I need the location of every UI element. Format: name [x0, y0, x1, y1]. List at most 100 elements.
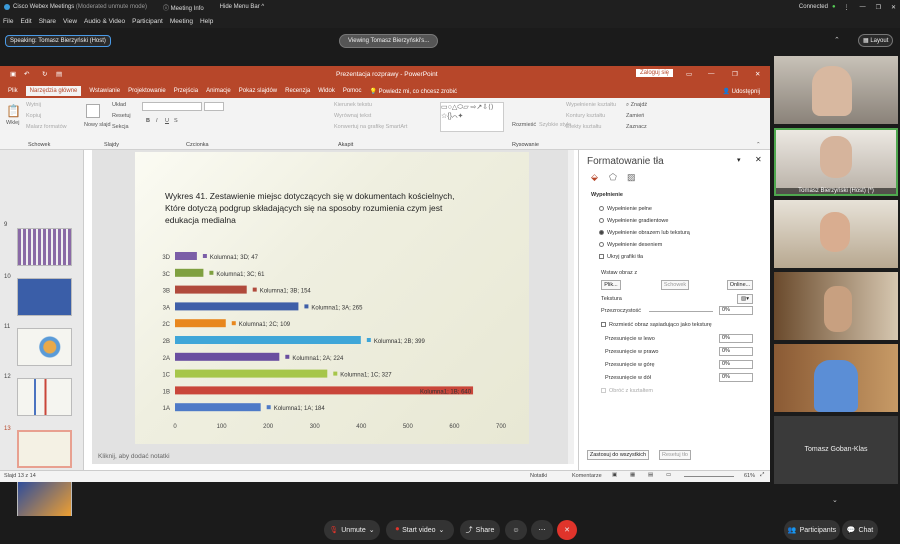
- arrange-button[interactable]: Rozmieść: [512, 122, 536, 128]
- clipboard-button[interactable]: Schowek: [661, 280, 689, 290]
- find-button[interactable]: ⌕ Znajdź: [626, 102, 647, 109]
- underline-icon[interactable]: U: [165, 118, 169, 124]
- comments-toggle[interactable]: Komentarze: [572, 473, 602, 479]
- new-slide-icon[interactable]: [86, 104, 100, 118]
- viewing-indicator[interactable]: Viewing Tomasz Bierzyński's...: [339, 34, 439, 48]
- slide-thumb-10[interactable]: [17, 278, 72, 316]
- font-name-box[interactable]: [142, 102, 202, 111]
- tab-design[interactable]: Projektowanie: [128, 88, 166, 94]
- video-tile-2[interactable]: Tomasz Bierzyński (Host) (*): [774, 128, 898, 196]
- video-tile-1[interactable]: [774, 56, 898, 124]
- notes-toggle[interactable]: Notatki: [530, 473, 547, 479]
- option-solid-fill[interactable]: Wypełnienie pełne: [599, 206, 652, 212]
- offset-top-input[interactable]: 0%: [719, 360, 753, 369]
- layout-button[interactable]: Układ: [112, 102, 126, 108]
- sorter-view-icon[interactable]: ▦: [630, 472, 635, 478]
- menu-meeting[interactable]: Meeting: [170, 18, 193, 25]
- start-video-button[interactable]: ⏺ Start video ⌄: [386, 520, 454, 540]
- unmute-button[interactable]: 🎙 Unmute ⌄: [324, 520, 380, 540]
- transparency-input[interactable]: 0%: [719, 306, 753, 315]
- tab-transitions[interactable]: Przejścia: [174, 88, 198, 94]
- ppt-close-icon[interactable]: ✕: [755, 70, 760, 78]
- new-slide-button[interactable]: Nowy slajd: [84, 122, 111, 128]
- italic-icon[interactable]: I: [156, 118, 158, 124]
- select-button[interactable]: Zaznacz: [626, 124, 647, 130]
- slide-thumb-11[interactable]: [17, 328, 72, 366]
- align-text-button[interactable]: Wyrównaj tekst: [334, 113, 371, 119]
- texture-picker[interactable]: ▨▾: [737, 294, 753, 304]
- option-gradient-fill[interactable]: Wypełnienie gradientowe: [599, 218, 668, 224]
- format-painter-button[interactable]: Malarz formatów: [26, 124, 67, 130]
- picture-icon[interactable]: ▨: [627, 172, 636, 183]
- present-icon[interactable]: ▤: [56, 70, 62, 78]
- more-options-button[interactable]: ⋯: [531, 520, 553, 540]
- tab-file[interactable]: Plik: [8, 88, 18, 94]
- tile-checkbox[interactable]: Rozmieść obraz sąsiadująco jako teksturę: [601, 322, 712, 328]
- option-pattern-fill[interactable]: Wypełnienie deseniem: [599, 242, 662, 248]
- chat-button[interactable]: 💬 Chat: [842, 520, 878, 540]
- slideshow-view-icon[interactable]: ▭: [666, 472, 671, 478]
- bold-icon[interactable]: B: [146, 118, 150, 124]
- rotate-with-shape-checkbox[interactable]: Obróć z kształtem: [601, 388, 653, 394]
- signin-button[interactable]: Zaloguj się: [636, 69, 674, 77]
- tell-me-box[interactable]: 💡 Powiedz mi, co chcesz zrobić: [370, 88, 458, 95]
- smartart-button[interactable]: Konwertuj na grafikę SmartArt: [334, 124, 407, 130]
- video-tile-5[interactable]: [774, 344, 898, 412]
- paste-icon[interactable]: 📋: [6, 104, 21, 118]
- end-meeting-button[interactable]: ✕: [557, 520, 577, 540]
- file-button[interactable]: Plik...: [601, 280, 621, 290]
- video-tile-4[interactable]: [774, 272, 898, 340]
- minimize-icon[interactable]: —: [860, 4, 866, 10]
- collapse-down-icon[interactable]: ⌄: [832, 496, 838, 504]
- menu-share[interactable]: Share: [39, 18, 56, 25]
- ppt-minimize-icon[interactable]: —: [708, 70, 715, 77]
- redo-icon[interactable]: ↻: [42, 70, 47, 78]
- shadow-icon[interactable]: S: [174, 118, 178, 124]
- slide-thumb-12[interactable]: [17, 378, 72, 416]
- menu-file[interactable]: File: [3, 18, 13, 25]
- ribbon-display-icon[interactable]: ▭: [686, 70, 692, 78]
- replace-button[interactable]: Zamień: [626, 113, 644, 119]
- online-button[interactable]: Online...: [727, 280, 753, 290]
- menu-participant[interactable]: Participant: [132, 18, 163, 25]
- ppt-maximize-icon[interactable]: ❐: [732, 70, 738, 78]
- option-picture-fill[interactable]: Wypełnienie obrazem lub teksturą: [599, 230, 690, 236]
- slide-thumb-14[interactable]: [17, 480, 72, 518]
- tab-slideshow[interactable]: Pokaz slajdów: [239, 88, 277, 94]
- menu-audio-video[interactable]: Audio & Video: [84, 18, 125, 25]
- menu-view[interactable]: View: [63, 18, 77, 25]
- menu-edit[interactable]: Edit: [20, 18, 31, 25]
- tab-review[interactable]: Recenzja: [285, 88, 310, 94]
- menu-help[interactable]: Help: [200, 18, 213, 25]
- offset-bottom-input[interactable]: 0%: [719, 373, 753, 382]
- pane-close-icon[interactable]: ✕: [755, 155, 762, 164]
- undo-icon[interactable]: ↶: [24, 70, 29, 78]
- paste-button[interactable]: Wklej: [6, 120, 19, 126]
- text-direction-button[interactable]: Kierunek tekstu: [334, 102, 372, 108]
- fill-bucket-icon[interactable]: ⬙: [591, 172, 598, 183]
- shape-outline-button[interactable]: Kontury kształtu: [566, 113, 605, 119]
- slide-thumb-13[interactable]: [17, 430, 72, 468]
- notes-area[interactable]: Kliknij, aby dodać notatki: [92, 450, 574, 464]
- copy-button[interactable]: Kopiuj: [26, 113, 41, 119]
- offset-left-input[interactable]: 0%: [719, 334, 753, 343]
- tab-animations[interactable]: Animacje: [206, 88, 231, 94]
- video-tile-3[interactable]: [774, 200, 898, 268]
- fill-section-header[interactable]: Wypełnienie: [591, 192, 623, 198]
- fit-slide-icon[interactable]: ⤢: [760, 472, 764, 479]
- reset-background-button[interactable]: Resetuj tło: [659, 450, 691, 460]
- meeting-info-button[interactable]: ⓘ Meeting Info: [163, 3, 204, 12]
- offset-right-input[interactable]: 0%: [719, 347, 753, 356]
- hide-graphics-checkbox[interactable]: Ukryj grafiki tła: [599, 254, 643, 260]
- tab-view[interactable]: Widok: [318, 88, 335, 94]
- slide-thumb-9[interactable]: [17, 228, 72, 266]
- tab-home[interactable]: Narzędzia główne: [25, 86, 82, 96]
- zoom-slider[interactable]: [684, 476, 734, 477]
- shape-fill-button[interactable]: Wypełnienie kształtu: [566, 102, 616, 108]
- video-tile-6[interactable]: Tomasz Goban-Klas: [774, 416, 898, 484]
- effects-pentagon-icon[interactable]: ⬠: [609, 172, 617, 183]
- shape-effects-button[interactable]: Efekty kształtu: [566, 124, 601, 130]
- reactions-button[interactable]: ☺: [505, 520, 527, 540]
- tab-insert[interactable]: Wstawianie: [89, 88, 120, 94]
- share-button[interactable]: 👤 Udostępnij: [722, 88, 760, 95]
